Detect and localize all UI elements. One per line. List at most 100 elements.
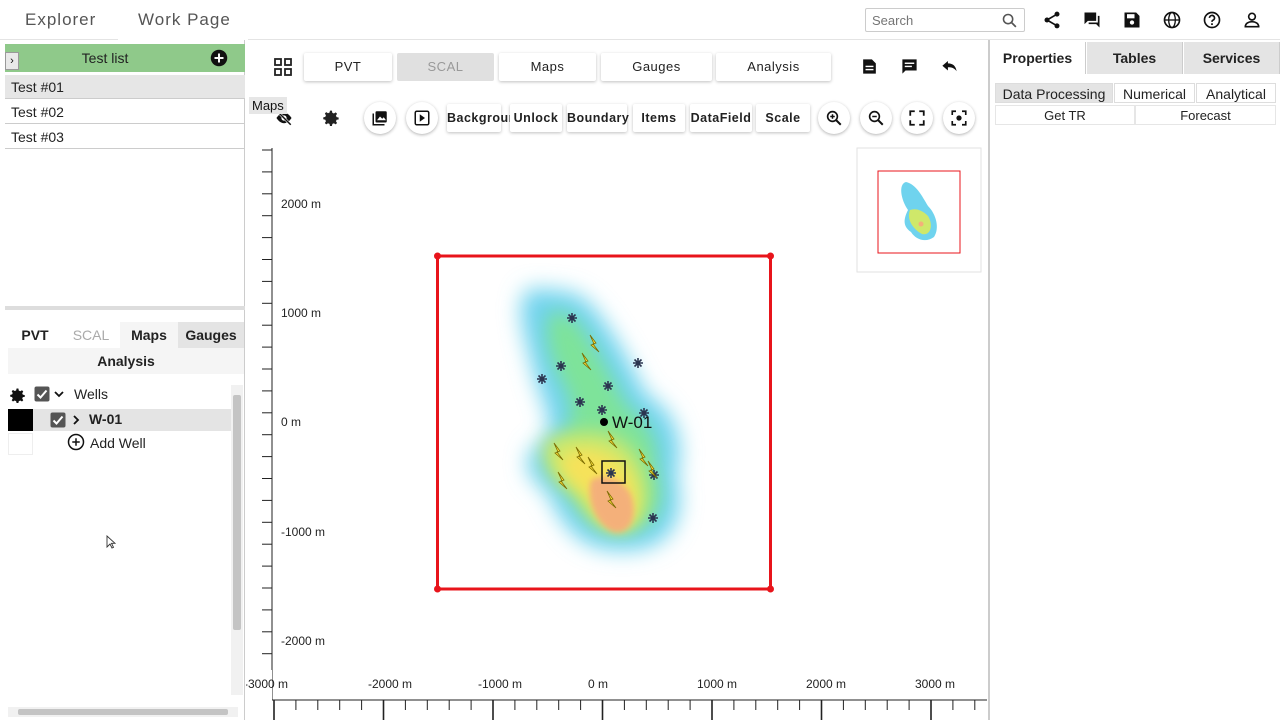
x-tick-label: 1000 m <box>697 677 737 691</box>
x-tick-label: 3000 m <box>915 677 955 691</box>
well-label[interactable]: W-01 <box>89 411 122 427</box>
left-tab-analysis[interactable]: Analysis <box>8 348 244 374</box>
well-color-swatch[interactable] <box>8 409 33 431</box>
add-test-icon[interactable] <box>210 49 228 67</box>
boundary-handle[interactable] <box>767 585 774 593</box>
left-tab-scal[interactable]: SCAL <box>62 322 120 348</box>
datafield-button[interactable]: DataField <box>690 104 752 132</box>
search-input[interactable] <box>866 9 996 31</box>
wells-group-label: Wells <box>74 386 108 402</box>
boundary-handle[interactable] <box>434 252 441 260</box>
subtab-forecast[interactable]: Forecast <box>1135 105 1276 125</box>
comment-icon[interactable] <box>900 57 919 76</box>
items-button[interactable]: Items <box>633 104 685 132</box>
help-icon[interactable] <box>1202 10 1222 30</box>
map-canvas[interactable]: W-01 2000 m 1000 m 0 m -1000 m -2000 m -… <box>246 140 987 720</box>
well-marker-star[interactable] <box>556 361 566 371</box>
search-icon[interactable] <box>1001 12 1018 29</box>
tab-properties[interactable]: Properties <box>990 42 1086 74</box>
well-marker-star[interactable] <box>567 313 577 323</box>
subtab-analytical[interactable]: Analytical <box>1196 83 1276 103</box>
boundary-button[interactable]: Boundary <box>567 104 629 132</box>
boundary-handle[interactable] <box>434 585 441 593</box>
grid-view-icon[interactable] <box>274 58 292 76</box>
subtab-get-tr[interactable]: Get TR <box>995 105 1135 125</box>
panel-splitter[interactable] <box>5 306 245 310</box>
left-tab-maps[interactable]: Maps <box>120 322 178 348</box>
test-list-item[interactable]: Test #02 <box>5 100 245 124</box>
well-w01-label: W-01 <box>612 413 652 432</box>
test-list-item[interactable]: Test #01 <box>5 75 245 99</box>
tab-tables[interactable]: Tables <box>1087 42 1183 74</box>
well-w01-marker[interactable] <box>600 418 608 426</box>
globe-icon[interactable] <box>1162 10 1182 30</box>
empty-swatch <box>8 433 33 455</box>
y-tick-label: 2000 m <box>281 197 321 211</box>
tab-pvt[interactable]: PVT <box>304 53 392 81</box>
well-marker-star[interactable] <box>537 374 547 384</box>
image-button[interactable] <box>364 102 396 134</box>
vertical-scrollbar[interactable] <box>231 385 243 695</box>
zoom-out-button[interactable] <box>860 102 892 134</box>
boundary-handle[interactable] <box>767 252 774 260</box>
maps-tooltip: Maps <box>249 97 287 114</box>
x-tick-label: 2000 m <box>806 677 846 691</box>
y-tick-label: -1000 m <box>281 525 325 539</box>
tab-analysis[interactable]: Analysis <box>716 53 831 81</box>
undo-icon[interactable] <box>940 57 959 76</box>
save-icon[interactable] <box>1122 10 1142 30</box>
user-icon[interactable] <box>1242 10 1262 30</box>
play-button[interactable] <box>406 102 438 134</box>
fit-view-button[interactable] <box>901 102 933 134</box>
nav-tab-explorer[interactable]: Explorer <box>25 10 96 30</box>
left-tab-pvt[interactable]: PVT <box>8 322 62 348</box>
left-panel: Test list › Test #01 Test #02 Test #03 P… <box>0 40 245 720</box>
test-list-item[interactable]: Test #03 <box>5 125 245 149</box>
scrollbar-thumb[interactable] <box>18 709 228 715</box>
search-box <box>865 8 1025 32</box>
nav-tab-work-page[interactable]: Work Page <box>138 10 231 30</box>
image-icon <box>372 111 387 126</box>
well-marker-star[interactable] <box>603 381 613 391</box>
zoom-out-icon <box>868 110 884 126</box>
background-button[interactable]: Background <box>447 104 524 132</box>
tab-services[interactable]: Services <box>1184 42 1280 74</box>
collapse-panel-button[interactable]: › <box>5 52 19 70</box>
add-well-button[interactable]: Add Well <box>90 435 146 451</box>
chevron-down-icon[interactable] <box>53 388 65 400</box>
x-tick-label: 0 m <box>588 677 608 691</box>
well-marker-star[interactable] <box>633 358 643 368</box>
settings-icon[interactable] <box>322 109 341 128</box>
chevron-right-icon[interactable] <box>70 414 82 426</box>
minimap[interactable] <box>856 147 983 274</box>
y-tick-label: 1000 m <box>281 306 321 320</box>
well-marker-star[interactable] <box>606 468 616 478</box>
subtab-numerical[interactable]: Numerical <box>1114 83 1195 103</box>
focus-button[interactable] <box>943 102 975 134</box>
subtab-data-processing[interactable]: Data Processing <box>995 83 1113 103</box>
share-icon[interactable] <box>1042 10 1062 30</box>
test-list-header: Test list <box>5 44 245 72</box>
add-circle-icon[interactable] <box>67 433 85 451</box>
tab-scal[interactable]: SCAL <box>397 53 494 81</box>
document-icon[interactable] <box>860 57 879 76</box>
scrollbar-thumb[interactable] <box>233 395 241 630</box>
gear-icon[interactable] <box>9 387 27 405</box>
scale-button[interactable]: Scale <box>756 104 810 132</box>
data-field-heatmap <box>521 288 680 551</box>
tab-maps[interactable]: Maps <box>499 53 596 81</box>
tab-gauges[interactable]: Gauges <box>601 53 712 81</box>
wells-checkbox[interactable] <box>34 386 50 402</box>
unlock-button[interactable]: Unlock <box>510 104 562 132</box>
chat-icon[interactable] <box>1082 10 1102 30</box>
center-panel: PVT SCAL Maps Gauges Analysis Maps Backg… <box>246 40 987 720</box>
left-tab-gauges[interactable]: Gauges <box>178 322 244 348</box>
fullscreen-icon <box>909 110 925 126</box>
y-tick-label: 0 m <box>281 415 301 429</box>
well-marker-star[interactable] <box>597 405 607 415</box>
well-marker-star[interactable] <box>575 397 585 407</box>
well-marker-star[interactable] <box>648 513 658 523</box>
zoom-in-button[interactable] <box>818 102 850 134</box>
horizontal-scrollbar[interactable] <box>8 707 238 717</box>
well-checkbox[interactable] <box>50 412 66 428</box>
